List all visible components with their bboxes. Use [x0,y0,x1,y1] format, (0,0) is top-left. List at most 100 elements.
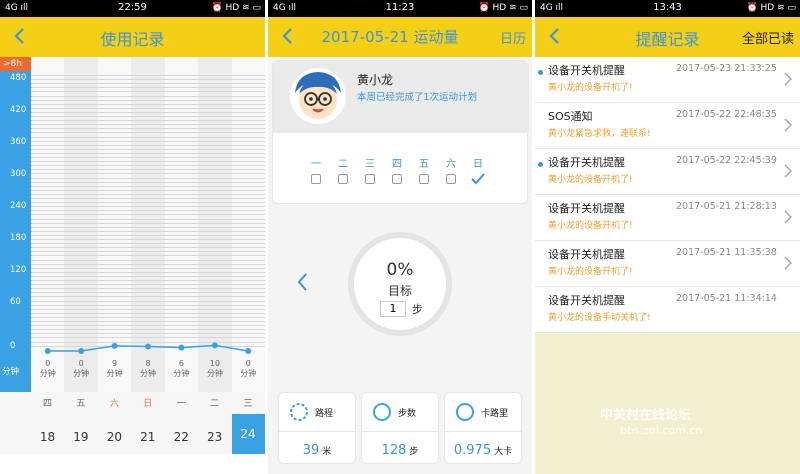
plan-status: 本周已经完成了1次运动计划 [357,92,478,103]
reminder-item[interactable]: 设备开关机提醒 黄小龙的设备开机了! 2017-05-21 11:35:38 [535,241,800,287]
reminder-item[interactable]: SOS通知 黄小龙紧急求救，速联系! 2017-05-22 22:48:35 [535,103,800,149]
stat-value: 128 [381,443,407,458]
y-tick-label: 420 [10,105,27,115]
stat-value-row: 0.975 大卡 [445,439,521,458]
y-tick-label: 180 [10,233,27,243]
header-bar: 使用记录 [0,17,265,57]
usage-point [178,344,185,351]
usage-point [145,343,151,350]
reminder-title: 设备开关机提醒 [548,294,625,307]
day-checkbox [338,174,348,184]
reminder-item[interactable]: 设备开关机提醒 黄小龙的设备开机了! 2017-05-21 21:28:13 [535,195,800,241]
reminder-title: SOS通知 [548,110,593,123]
weekday-label: 二 [338,159,348,170]
status-bar: 4G ıll 13:43 ⏰ HD ≋ ▭ [535,0,800,17]
reminder-message: 黄小龙的设备开机了! [548,83,633,93]
usage-point [245,348,252,354]
stat-unit: 大卡 [494,447,513,457]
reminder-item[interactable]: 设备开关机提醒 黄小龙的设备开机了! 2017-05-22 22:45:39 [535,149,800,195]
status-icons: ⏰ HD ≋ ▭ [478,3,528,13]
usage-point [44,348,51,354]
y-tick-label: 360 [10,137,27,147]
y-tick-label: 240 [10,201,27,211]
weekday-label: 二 [210,399,220,409]
stat-label: 路程 [315,409,334,419]
weekday-label: 日 [143,399,153,409]
previous-day-icon[interactable] [296,272,310,292]
usage-line [44,342,252,354]
weekday-label: 三 [365,159,375,170]
page-title: 2017-05-21 运动量 [321,28,459,46]
usage-point [78,348,85,354]
date-cell[interactable]: 21 [131,420,164,454]
mark-all-read-button[interactable]: 全部已读 [742,28,794,47]
date-cell[interactable]: 18 [31,420,64,454]
weekday-label: 一 [311,159,321,170]
check-icon [471,173,485,185]
usage-unit: 分钟 [173,369,190,378]
usage-record-screen: 4G ıll 22:59 ⏰ HD ≋ ▭ 使用记录 >8h 480 420 360… [0,0,265,474]
usage-value: 10 [209,359,220,368]
chevron-right-icon [784,72,792,86]
y-axis-unit: 分钟 [2,367,20,377]
date-cell[interactable]: 23 [198,420,231,454]
reminder-title: 设备开关机提醒 [548,156,625,169]
reminder-time: 2017-05-23 21:33:25 [676,63,777,74]
header-bar: 2017-05-21 运动量 日历 [268,17,532,57]
stat-divider [279,431,355,432]
reminder-title: 设备开关机提醒 [548,64,625,77]
calorie-icon [456,403,474,421]
y-tick-label: 300 [10,169,27,179]
usage-unit: 分钟 [140,369,156,378]
profile-card: 黄小龙 本周已经完成了1次运动计划 一 二 三 四 五 六 日 [272,60,529,204]
goal-label: 目标 [387,284,412,298]
y-tick-label: 60 [10,297,21,307]
usage-unit: 分钟 [240,369,257,378]
stat-card: 路程 39 米 [278,392,356,464]
weekday-label: 六 [109,399,119,409]
goal-unit: 步 [412,303,423,316]
weekday-label: 四 [42,399,52,409]
status-bar: 4G ıll 11:23 ⏰ HD ≋ ▭ [268,0,532,17]
progress-ring: 0% 目标 1 步 [348,232,452,336]
date-cell[interactable]: 22 [165,420,198,454]
usage-value: 0 [245,359,251,368]
usage-value: 6 [178,359,184,368]
reminder-item[interactable]: 设备开关机提醒 黄小龙的设备手动关机了! 2017-05-21 11:34:14 [535,287,800,333]
status-icons: ⏰ HD ≋ ▭ [746,3,796,13]
stat-card: 步数 128 步 [361,392,439,464]
day-checkbox [419,174,429,184]
status-bar: 4G ıll 22:59 ⏰ HD ≋ ▭ [0,0,265,17]
chevron-right-icon [784,118,792,132]
date-cell[interactable]: 24 [231,414,265,454]
usage-unit: 分钟 [206,369,223,378]
reminder-item[interactable]: 设备开关机提醒 黄小龙的设备开机了! 2017-05-23 21:33:25 [535,57,800,103]
screenshot-collage: 4G ıll 22:59 ⏰ HD ≋ ▭ 使用记录 >8h 480 420 360… [0,0,800,474]
weekday-label: 一 [176,399,186,409]
progress-percent: 0% [386,260,414,280]
avatar[interactable] [289,67,347,125]
x-value-label: 0 分钟 [233,359,263,379]
usage-point [111,342,118,349]
reminder-message: 黄小龙的设备开机了! [548,175,633,185]
weekday-label: 五 [419,159,429,170]
day-checkbox [311,174,321,184]
date-cell[interactable]: 20 [98,420,131,454]
reminder-time: 2017-05-21 11:34:14 [676,293,777,304]
x-value-label: 8 分钟 [133,359,163,379]
calendar-button[interactable]: 日历 [500,28,526,47]
goal-input[interactable]: 1 [380,301,406,317]
stat-unit: 米 [322,447,332,457]
weekday-label: 日 [473,159,483,170]
usage-point [211,342,218,349]
footprint-icon [373,403,391,421]
x-value-label: 10 分钟 [200,359,230,379]
y-tick-label: 480 [10,73,27,83]
stat-card: 卡路里 0.975 大卡 [444,392,522,464]
header-bar: 提醒记录 全部已读 [535,17,800,57]
reminder-message: 黄小龙紧急求救，速联系! [548,129,651,139]
date-cell[interactable]: 19 [64,420,97,454]
reminder-time: 2017-05-21 11:35:38 [676,247,777,258]
weekday-label: 四 [392,159,402,170]
day-checkbox [392,174,402,184]
